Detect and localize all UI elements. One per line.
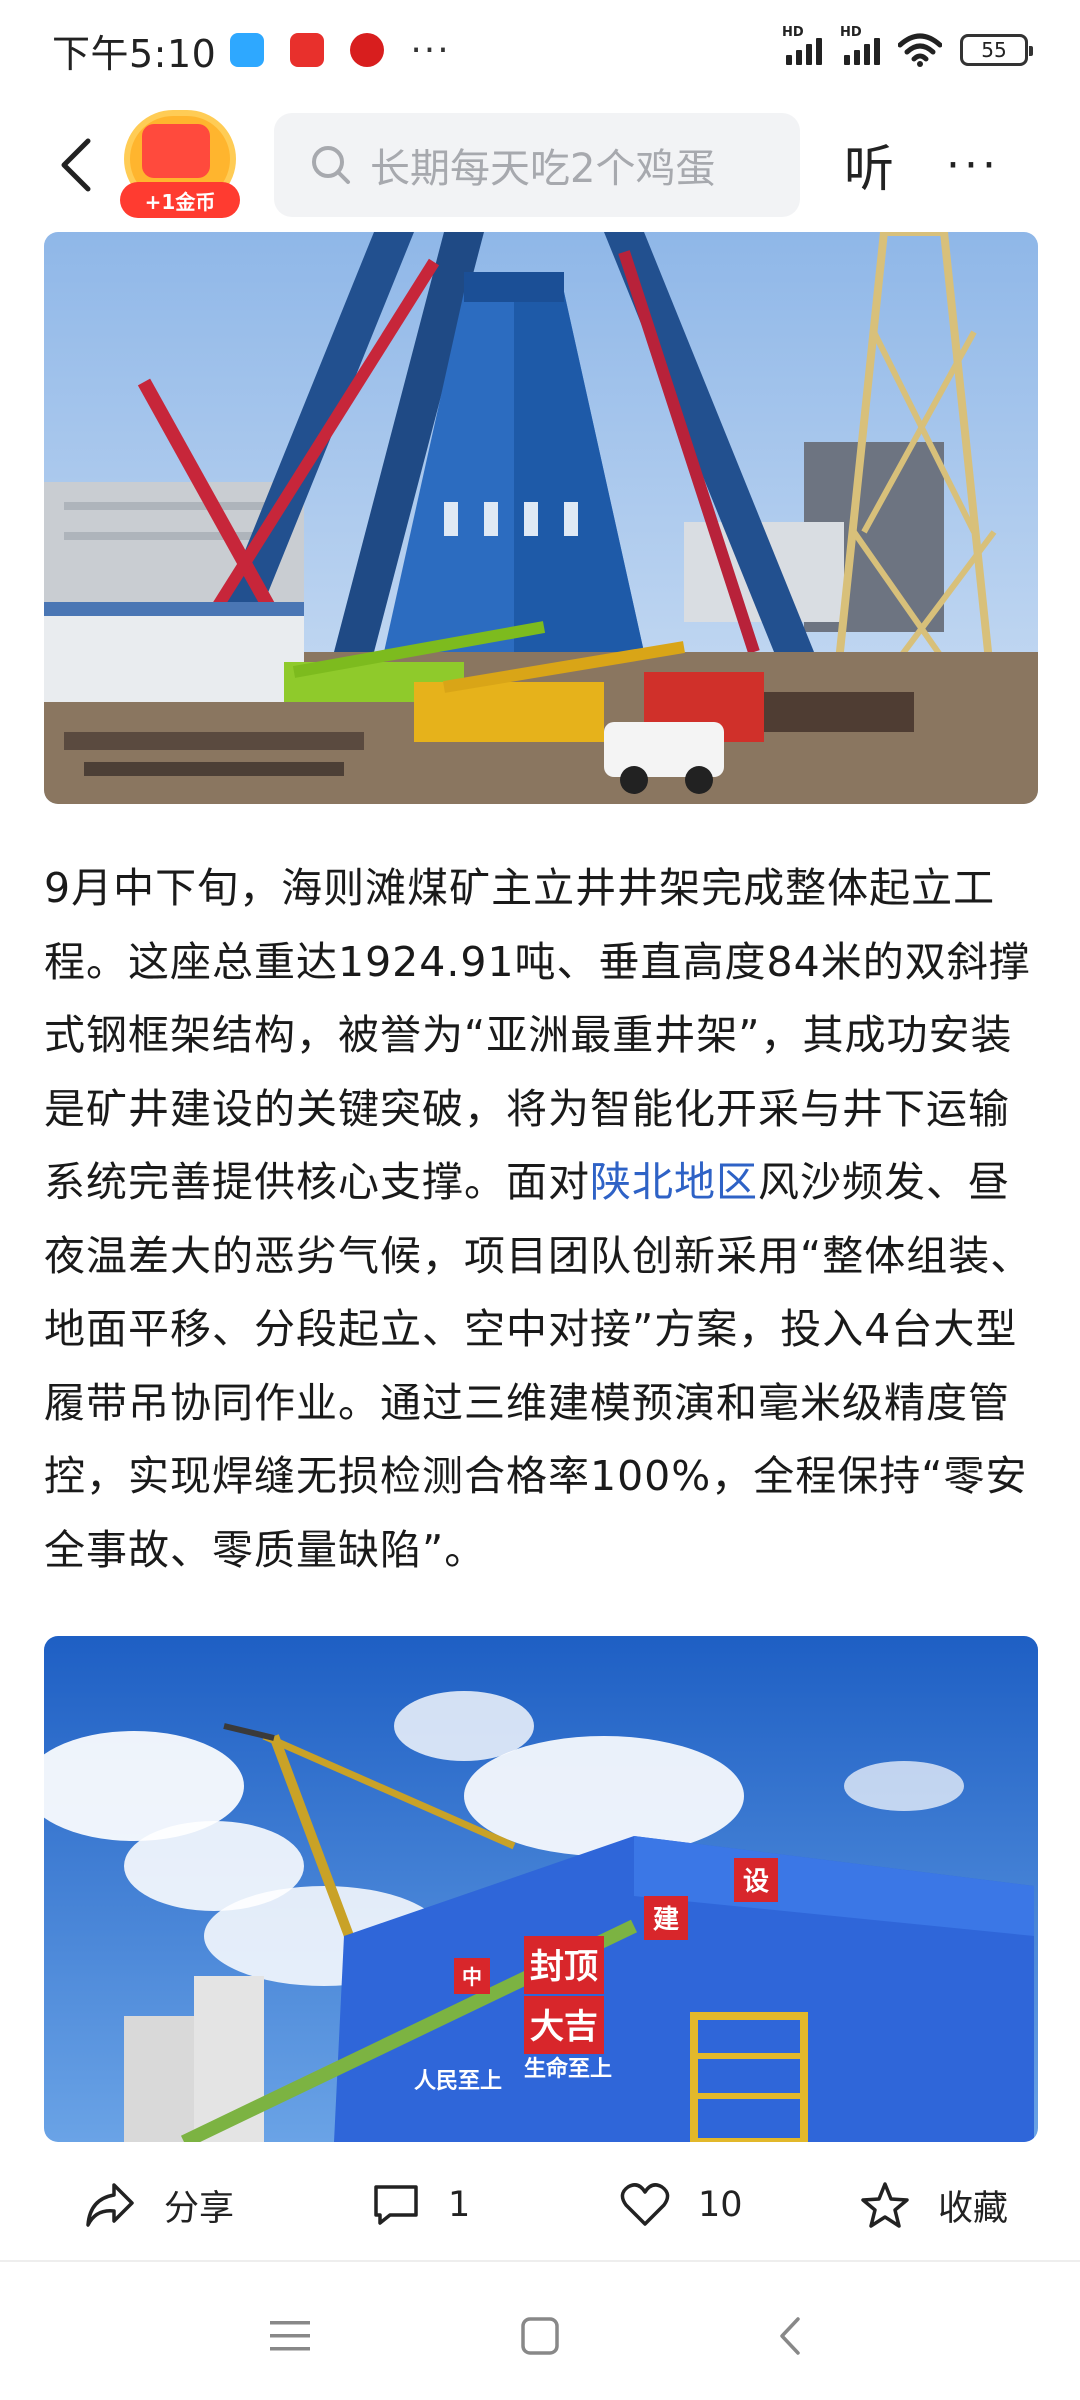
comment-button[interactable]: 1 — [372, 2183, 470, 2227]
sign-left: 中 — [462, 1965, 482, 1989]
article-text-after-link: 风沙频发、昼夜温差大的恶劣气候，项目团队创新采用“整体组装、地面平移、分段起立、… — [44, 1158, 1033, 1574]
signal-icon-2: HD — [840, 25, 880, 65]
like-count: 10 — [698, 2185, 743, 2225]
more-notifications-icon: ··· — [410, 29, 451, 71]
menu-nav-button[interactable] — [260, 2306, 320, 2366]
sign-right-2: 设 — [743, 1867, 769, 1897]
status-time: 下午5:10 — [52, 31, 217, 76]
article-region-link[interactable]: 陕北地区 — [590, 1158, 758, 1206]
top-navigation: +1金币 长期每天吃2个鸡蛋 听 ··· — [0, 100, 1080, 230]
article-text-before-link: 9月中下旬，海则滩煤矿主立井井架完成整体起立工程。这座总重达1924.91吨、垂… — [44, 864, 1031, 1206]
heart-icon — [620, 2183, 670, 2226]
share-label: 分享 — [164, 2188, 235, 2229]
app-notification-icon-2 — [350, 33, 385, 67]
sign-main-line2: 大吉 — [530, 2007, 598, 2047]
hd-label-2: HD — [840, 25, 862, 40]
article-action-bar: 分享 1 10 收藏 — [0, 2150, 1080, 2262]
star-icon — [861, 2182, 909, 2228]
like-button[interactable]: 10 — [620, 2182, 743, 2228]
hd-label: HD — [782, 25, 804, 40]
article-photo-topping-out[interactable]: 封顶 大吉 建 设 中 人民至上 生命至上 — [44, 1636, 1038, 2142]
search-input[interactable]: 长期每天吃2个鸡蛋 — [274, 113, 800, 217]
wifi-icon — [898, 33, 942, 67]
messenger-notification-icon — [230, 33, 265, 67]
article-content: 9月中下旬，海则滩煤矿主立井井架完成整体起立工程。这座总重达1924.91吨、垂… — [0, 232, 1080, 2142]
favorite-label: 收藏 — [938, 2188, 1009, 2229]
home-square-icon — [521, 2317, 559, 2355]
battery-indicator: 55 — [960, 34, 1033, 66]
sign-bottom-2: 生命至上 — [524, 2056, 612, 2082]
share-icon — [86, 2183, 134, 2227]
favorite-button[interactable]: 收藏 — [860, 2180, 1008, 2231]
back-nav-button[interactable] — [760, 2306, 820, 2366]
listen-button[interactable]: 听 — [844, 129, 894, 201]
sign-right-1: 建 — [653, 1905, 679, 1935]
more-options-button[interactable]: ··· — [946, 140, 1000, 191]
article-photo-headframe[interactable] — [44, 232, 1038, 804]
article-paragraph: 9月中下旬，海则滩煤矿主立井井架完成整体起立工程。这座总重达1924.91吨、垂… — [44, 852, 1038, 1587]
chevron-left-icon — [61, 138, 91, 192]
red-envelope-inner — [142, 124, 210, 178]
sign-main-line1: 封顶 — [530, 1947, 598, 1987]
signal-icon: HD — [782, 25, 822, 65]
share-button[interactable]: 分享 — [84, 2180, 234, 2231]
system-navigation-bar — [0, 2270, 1080, 2400]
search-placeholder: 长期每天吃2个鸡蛋 — [370, 146, 716, 192]
sign-bottom-1: 人民至上 — [414, 2069, 502, 2094]
coin-reward-badge[interactable]: +1金币 — [120, 110, 240, 220]
back-button[interactable] — [40, 125, 110, 205]
comment-icon — [374, 2185, 418, 2225]
home-nav-button[interactable] — [510, 2306, 570, 2366]
search-icon — [312, 146, 350, 184]
app-notification-icon — [290, 33, 325, 67]
status-bar: 下午5:10 ··· HD HD 55 — [0, 0, 1080, 100]
coin-reward-label: +1金币 — [120, 182, 240, 218]
comment-count: 1 — [448, 2185, 471, 2225]
back-triangle-icon — [780, 2317, 800, 2355]
menu-icon — [270, 2321, 310, 2351]
